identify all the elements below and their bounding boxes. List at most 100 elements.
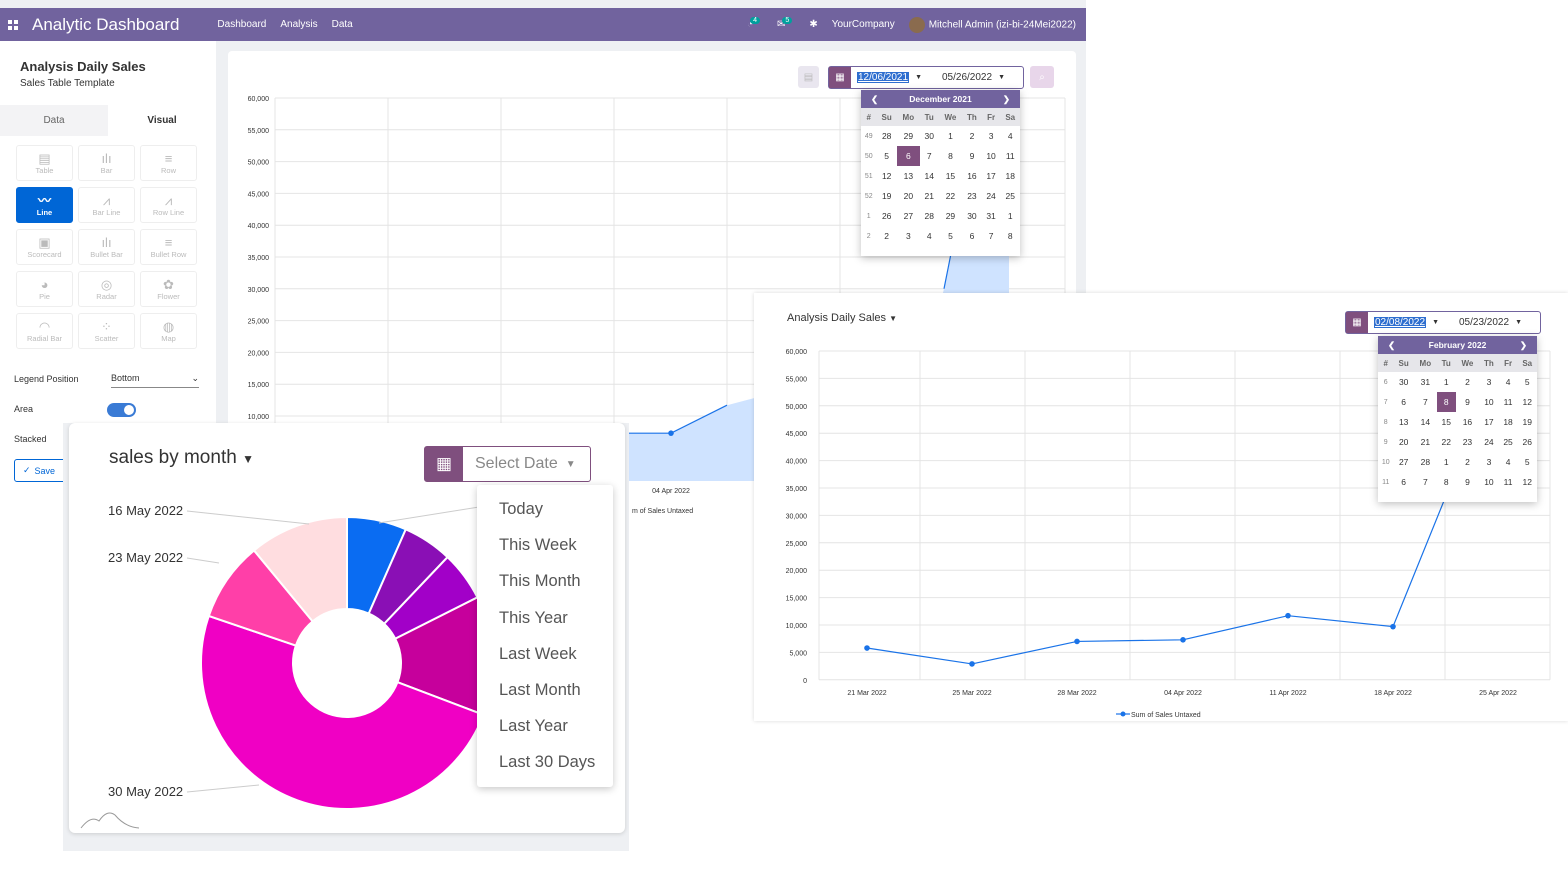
calendar-day[interactable]: 2 bbox=[877, 226, 897, 246]
calendar-day[interactable]: 3 bbox=[897, 226, 920, 246]
calendar-day[interactable]: 9 bbox=[1456, 392, 1480, 412]
calendar-day[interactable]: 4 bbox=[920, 226, 939, 246]
user-menu[interactable]: Mitchell Admin (izi-bi-24Mei2022) bbox=[908, 16, 1076, 33]
calendar-day[interactable]: 28 bbox=[920, 206, 939, 226]
calendar-day[interactable]: 29 bbox=[939, 206, 963, 226]
calendar-day[interactable]: 22 bbox=[939, 186, 963, 206]
app-brand[interactable]: Analytic Dashboard bbox=[32, 15, 179, 35]
visual-flower-button[interactable]: ✿ Flower bbox=[140, 271, 197, 307]
prev-month-icon[interactable]: ❮ bbox=[1388, 340, 1395, 351]
calendar-day[interactable]: 5 bbox=[1517, 372, 1537, 392]
visual-bullet-bar-button[interactable]: ılı Bullet Bar bbox=[78, 229, 135, 265]
menu-data[interactable]: Data bbox=[332, 19, 353, 30]
calendar-day[interactable]: 8 bbox=[1000, 226, 1020, 246]
calendar-day[interactable]: 17 bbox=[1479, 412, 1498, 432]
calendar-day[interactable]: 30 bbox=[920, 126, 939, 146]
calendar-day[interactable]: 5 bbox=[877, 146, 897, 166]
calendar-day[interactable]: 28 bbox=[877, 126, 897, 146]
next-month-icon[interactable]: ❯ bbox=[1003, 94, 1010, 105]
option-this-month[interactable]: This Month bbox=[477, 563, 613, 599]
visual-row-line-button[interactable]: ⩘ Row Line bbox=[140, 187, 197, 223]
calendar-day[interactable]: 4 bbox=[1499, 372, 1518, 392]
option-last-month[interactable]: Last Month bbox=[477, 672, 613, 708]
visual-bar-line-button[interactable]: ⩘ Bar Line bbox=[78, 187, 135, 223]
calendar-day[interactable]: 12 bbox=[1517, 392, 1537, 412]
calendar-day[interactable]: 11 bbox=[1000, 146, 1020, 166]
calendar-day[interactable]: 26 bbox=[877, 206, 897, 226]
company-switcher[interactable]: YourCompany bbox=[832, 19, 895, 30]
calendar-day[interactable]: 12 bbox=[877, 166, 897, 186]
end-date[interactable]: 05/26/2022 bbox=[942, 72, 992, 83]
calendar-day[interactable]: 3 bbox=[1479, 372, 1498, 392]
calendar-day[interactable]: 4 bbox=[1499, 452, 1518, 472]
option-last-30-days[interactable]: Last 30 Days bbox=[477, 744, 613, 780]
calendar-day[interactable]: 19 bbox=[877, 186, 897, 206]
calendar-day[interactable]: 2 bbox=[962, 126, 981, 146]
calendar-day[interactable]: 22 bbox=[1437, 432, 1456, 452]
calendar-day[interactable]: 6 bbox=[1394, 472, 1414, 492]
calendar-day[interactable]: 12 bbox=[1517, 472, 1537, 492]
calendar-day[interactable]: 28 bbox=[1414, 452, 1437, 472]
calendar-day[interactable]: 24 bbox=[982, 186, 1001, 206]
calendar-day[interactable]: 7 bbox=[1414, 392, 1437, 412]
calendar-day[interactable]: 8 bbox=[1437, 472, 1456, 492]
area-toggle[interactable] bbox=[107, 403, 136, 417]
prev-month-icon[interactable]: ❮ bbox=[871, 94, 878, 105]
calendar-day[interactable]: 25 bbox=[1499, 432, 1518, 452]
next-month-icon[interactable]: ❯ bbox=[1520, 340, 1527, 351]
calendar-day[interactable]: 21 bbox=[920, 186, 939, 206]
visual-bar-button[interactable]: ılı Bar bbox=[78, 145, 135, 181]
calendar-day[interactable]: 18 bbox=[1499, 412, 1518, 432]
calendar-day[interactable]: 5 bbox=[939, 226, 963, 246]
calendar-day[interactable]: 7 bbox=[982, 226, 1001, 246]
calendar-day[interactable]: 23 bbox=[962, 186, 981, 206]
visual-radar-button[interactable]: ◎ Radar bbox=[78, 271, 135, 307]
calendar-day[interactable]: 10 bbox=[982, 146, 1001, 166]
calendar-day[interactable]: 3 bbox=[982, 126, 1001, 146]
calendar-day[interactable]: 10 bbox=[1479, 392, 1498, 412]
apps-menu-icon[interactable] bbox=[0, 19, 26, 30]
calendar-day[interactable]: 16 bbox=[962, 166, 981, 186]
visual-bullet-row-button[interactable]: ≡ Bullet Row bbox=[140, 229, 197, 265]
option-this-year[interactable]: This Year bbox=[477, 600, 613, 636]
calendar-day[interactable]: 27 bbox=[1394, 452, 1414, 472]
menu-dashboard[interactable]: Dashboard bbox=[217, 19, 266, 30]
visual-line-button[interactable]: 〰 Line bbox=[16, 187, 73, 223]
calendar-day[interactable]: 14 bbox=[920, 166, 939, 186]
start-date[interactable]: 12/06/2021 bbox=[857, 72, 910, 83]
calendar-day[interactable]: 7 bbox=[1414, 472, 1437, 492]
visual-scatter-button[interactable]: ⁘ Scatter bbox=[78, 313, 135, 349]
calendar-day[interactable]: 31 bbox=[982, 206, 1001, 226]
select-date-dropdown[interactable]: ▦ Select Date ▼ bbox=[424, 446, 591, 482]
activity-button[interactable]: ◔4 bbox=[747, 17, 763, 30]
calendar-day[interactable]: 1 bbox=[939, 126, 963, 146]
calendar-day[interactable]: 2 bbox=[1456, 372, 1480, 392]
option-last-week[interactable]: Last Week bbox=[477, 636, 613, 672]
calendar-day[interactable]: 7 bbox=[920, 146, 939, 166]
option-this-week[interactable]: This Week bbox=[477, 527, 613, 563]
calendar-day[interactable]: 11 bbox=[1499, 392, 1518, 412]
compare-icon[interactable]: ▤ bbox=[798, 66, 819, 88]
visual-row-button[interactable]: ≡ Row bbox=[140, 145, 197, 181]
calendar-day[interactable]: 30 bbox=[1394, 372, 1414, 392]
calendar-day[interactable]: 29 bbox=[897, 126, 920, 146]
calendar-day[interactable]: 13 bbox=[1394, 412, 1414, 432]
messages-button[interactable]: ✉5 bbox=[777, 17, 795, 30]
calendar-day[interactable]: 10 bbox=[1479, 472, 1498, 492]
calendar-day[interactable]: 1 bbox=[1437, 372, 1456, 392]
calendar-day[interactable]: 9 bbox=[1456, 472, 1480, 492]
calendar-day[interactable]: 15 bbox=[1437, 412, 1456, 432]
calendar-day[interactable]: 8 bbox=[939, 146, 963, 166]
visual-map-button[interactable]: ◍ Map bbox=[140, 313, 197, 349]
search-icon[interactable]: ⌕ bbox=[1030, 66, 1054, 88]
calendar-day[interactable]: 9 bbox=[962, 146, 981, 166]
calendar-day[interactable]: 27 bbox=[897, 206, 920, 226]
visual-pie-button[interactable]: ◕ Pie bbox=[16, 271, 73, 307]
calendar-day[interactable]: 8 bbox=[1436, 392, 1456, 412]
calendar-day[interactable]: 3 bbox=[1479, 452, 1498, 472]
calendar-day[interactable]: 11 bbox=[1499, 472, 1518, 492]
calendar-day[interactable]: 18 bbox=[1000, 166, 1020, 186]
calendar-day[interactable]: 26 bbox=[1517, 432, 1537, 452]
calendar-day[interactable]: 19 bbox=[1517, 412, 1537, 432]
calendar-day[interactable]: 25 bbox=[1000, 186, 1020, 206]
